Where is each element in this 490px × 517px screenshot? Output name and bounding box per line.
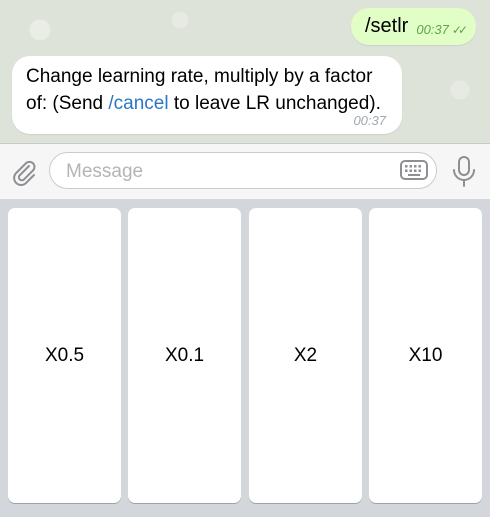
incoming-message-text-part2: to leave LR unchanged).: [168, 93, 381, 114]
double-check-icon: ✓✓: [451, 22, 468, 37]
outgoing-message[interactable]: /setlr 00:37 ✓✓: [351, 8, 476, 45]
message-input-placeholder: Message: [66, 161, 144, 182]
outgoing-message-text: /setlr: [365, 15, 409, 37]
keyboard-button-x2[interactable]: X2: [249, 208, 362, 503]
reply-keyboard: X0.5 X0.1 X2 X10: [0, 199, 490, 517]
keyboard-button-x0-5[interactable]: X0.5: [8, 208, 121, 503]
outgoing-message-time: 00:37: [416, 22, 449, 37]
message-input[interactable]: Message: [49, 152, 437, 189]
keyboard-button-x0-1[interactable]: X0.1: [128, 208, 241, 503]
keyboard-button-x10[interactable]: X10: [369, 208, 482, 503]
incoming-message[interactable]: Change learning rate, multiply by a fact…: [12, 56, 402, 134]
incoming-message-time: 00:37: [353, 113, 386, 128]
incoming-message-text: Change learning rate, multiply by a fact…: [26, 63, 396, 117]
message-input-bar: Message: [0, 143, 490, 200]
microphone-icon[interactable]: [451, 155, 477, 189]
cancel-command-link[interactable]: /cancel: [108, 93, 168, 114]
keyboard-icon[interactable]: [400, 160, 428, 180]
chat-area: /setlr 00:37 ✓✓ Change learning rate, mu…: [0, 0, 490, 143]
paperclip-icon[interactable]: [9, 157, 39, 187]
